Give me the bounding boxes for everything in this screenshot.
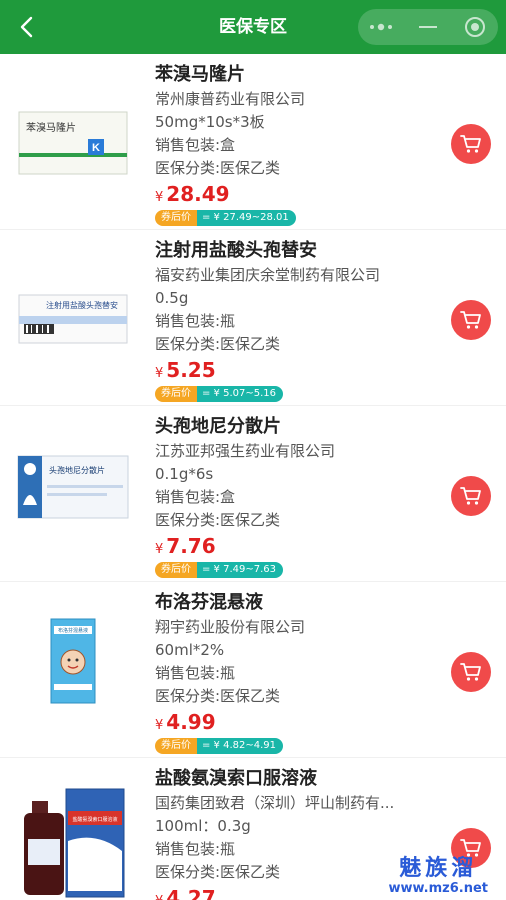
product-info: 盐酸氨溴索口服溶液 国药集团致君（深圳）坪山制药有... 100ml：0.3g … <box>155 766 445 900</box>
coupon-price-badge: 券后价 = ¥ 27.49~28.01 <box>155 210 445 226</box>
product-spec: 0.1g*6s <box>155 465 214 483</box>
currency-symbol: ¥ <box>155 718 164 733</box>
coupon-range: = ¥ 27.49~28.01 <box>197 210 296 226</box>
thumb-label: 头孢地尼分散片 <box>49 465 105 475</box>
thumb-label: 布洛芬混悬液 <box>58 627 88 634</box>
product-image[interactable]: K 苯溴马隆片 <box>14 84 132 202</box>
product-package: 销售包装:瓶 <box>155 312 236 330</box>
more-dots-icon <box>370 23 393 31</box>
coupon-range: = ¥ 4.82~4.91 <box>197 738 284 754</box>
product-image[interactable]: 布洛芬混悬液 <box>14 602 132 720</box>
product-price: ¥5.25 <box>155 356 445 384</box>
product-image[interactable]: 注射用盐酸头孢替安 <box>14 260 132 378</box>
price-amount: 4.99 <box>166 710 216 734</box>
price-amount: 4.27 <box>166 886 216 900</box>
product-spec: 50mg*10s*3板 <box>155 113 265 131</box>
minimize-button[interactable] <box>411 12 445 42</box>
coupon-price-badge: 券后价 = ¥ 4.82~4.91 <box>155 738 445 754</box>
medicine-box-icon: 布洛芬混悬液 <box>50 618 96 704</box>
thumb-label: 苯溴马隆片 <box>26 121 76 134</box>
medicine-box-icon: 注射用盐酸头孢替安 <box>18 294 128 344</box>
product-maker: 常州康普药业有限公司 <box>155 90 306 108</box>
product-item[interactable]: 注射用盐酸头孢替安 注射用盐酸头孢替安 福安药业集团庆余堂制药有限公司 0.5g… <box>0 230 506 406</box>
thumb-label: 盐酸氨溴索口服溶液 <box>72 816 117 823</box>
product-spec: 0.5g <box>155 289 189 307</box>
medicine-box-icon: K 苯溴马隆片 <box>18 111 128 175</box>
medicine-box-icon: 头孢地尼分散片 <box>17 455 129 519</box>
cart-icon <box>460 487 481 505</box>
coupon-label: 券后价 <box>155 386 197 402</box>
coupon-price-badge: 券后价 = ¥ 7.49~7.63 <box>155 562 445 578</box>
product-info: 布洛芬混悬液 翔宇药业股份有限公司 60ml*2% 销售包装:瓶 医保分类:医保… <box>155 590 445 754</box>
add-to-cart-button[interactable] <box>451 476 491 516</box>
currency-symbol: ¥ <box>155 366 164 381</box>
product-package: 销售包装:瓶 <box>155 664 236 682</box>
product-name[interactable]: 头孢地尼分散片 <box>155 414 445 440</box>
medicine-bottle-icon: 盐酸氨溴索口服溶液 <box>24 788 125 898</box>
product-price: ¥4.99 <box>155 708 445 736</box>
product-price: ¥7.76 <box>155 532 445 560</box>
cart-icon <box>460 839 481 857</box>
target-circle-icon <box>464 17 485 37</box>
product-package: 销售包装:盒 <box>155 488 236 506</box>
product-name[interactable]: 布洛芬混悬液 <box>155 590 445 616</box>
price-amount: 28.49 <box>166 182 230 206</box>
price-amount: 7.76 <box>166 534 216 558</box>
back-button[interactable] <box>10 12 42 42</box>
product-package: 销售包装:盒 <box>155 136 236 154</box>
svg-text:K: K <box>92 142 100 154</box>
product-item[interactable]: 布洛芬混悬液 布洛芬混悬液 翔宇药业股份有限公司 60ml*2% 销售包装:瓶 … <box>0 582 506 758</box>
product-maker: 翔宇药业股份有限公司 <box>155 618 306 636</box>
mini-program-capsule <box>358 9 498 45</box>
product-list: K 苯溴马隆片 苯溴马隆片 常州康普药业有限公司 50mg*10s*3板 销售包… <box>0 54 506 900</box>
product-image[interactable]: 头孢地尼分散片 <box>14 428 132 546</box>
close-capsule-button[interactable] <box>458 12 492 42</box>
product-category: 医保分类:医保乙类 <box>155 511 281 529</box>
coupon-label: 券后价 <box>155 562 197 578</box>
add-to-cart-button[interactable] <box>451 828 491 868</box>
product-category: 医保分类:医保乙类 <box>155 863 281 881</box>
cart-icon <box>460 663 481 681</box>
product-package: 销售包装:瓶 <box>155 840 236 858</box>
cart-icon <box>460 135 481 153</box>
product-item[interactable]: 盐酸氨溴索口服溶液 盐酸氨溴索口服溶液 国药集团致君（深圳）坪山制药有... 1… <box>0 758 506 900</box>
coupon-range: = ¥ 7.49~7.63 <box>197 562 284 578</box>
product-name[interactable]: 苯溴马隆片 <box>155 62 445 88</box>
minus-icon <box>418 26 437 28</box>
product-item[interactable]: K 苯溴马隆片 苯溴马隆片 常州康普药业有限公司 50mg*10s*3板 销售包… <box>0 54 506 230</box>
product-maker: 福安药业集团庆余堂制药有限公司 <box>155 266 381 284</box>
coupon-label: 券后价 <box>155 738 197 754</box>
thumb-label: 注射用盐酸头孢替安 <box>46 300 118 310</box>
product-info: 注射用盐酸头孢替安 福安药业集团庆余堂制药有限公司 0.5g 销售包装:瓶 医保… <box>155 238 445 402</box>
top-nav-bar: 医保专区 <box>0 0 506 54</box>
add-to-cart-button[interactable] <box>451 124 491 164</box>
product-maker: 江苏亚邦强生药业有限公司 <box>155 442 336 460</box>
add-to-cart-button[interactable] <box>451 652 491 692</box>
product-maker: 国药集团致君（深圳）坪山制药有... <box>155 794 395 812</box>
product-item[interactable]: 头孢地尼分散片 头孢地尼分散片 江苏亚邦强生药业有限公司 0.1g*6s 销售包… <box>0 406 506 582</box>
product-info: 苯溴马隆片 常州康普药业有限公司 50mg*10s*3板 销售包装:盒 医保分类… <box>155 62 445 226</box>
price-amount: 5.25 <box>166 358 216 382</box>
product-category: 医保分类:医保乙类 <box>155 687 281 705</box>
add-to-cart-button[interactable] <box>451 300 491 340</box>
product-info: 头孢地尼分散片 江苏亚邦强生药业有限公司 0.1g*6s 销售包装:盒 医保分类… <box>155 414 445 578</box>
coupon-price-badge: 券后价 = ¥ 5.07~5.16 <box>155 386 445 402</box>
product-category: 医保分类:医保乙类 <box>155 335 281 353</box>
product-name[interactable]: 盐酸氨溴索口服溶液 <box>155 766 445 792</box>
product-price: ¥28.49 <box>155 180 445 208</box>
currency-symbol: ¥ <box>155 190 164 205</box>
product-price: ¥4.27 <box>155 884 445 900</box>
coupon-range: = ¥ 5.07~5.16 <box>197 386 284 402</box>
product-name[interactable]: 注射用盐酸头孢替安 <box>155 238 445 264</box>
product-spec: 60ml*2% <box>155 641 225 659</box>
coupon-label: 券后价 <box>155 210 197 226</box>
cart-icon <box>460 311 481 329</box>
product-image[interactable]: 盐酸氨溴索口服溶液 <box>14 780 132 900</box>
product-category: 医保分类:医保乙类 <box>155 159 281 177</box>
more-options-button[interactable] <box>364 12 398 42</box>
back-arrow-icon <box>20 16 33 38</box>
product-spec: 100ml：0.3g <box>155 817 251 835</box>
currency-symbol: ¥ <box>155 894 163 900</box>
currency-symbol: ¥ <box>155 542 164 557</box>
